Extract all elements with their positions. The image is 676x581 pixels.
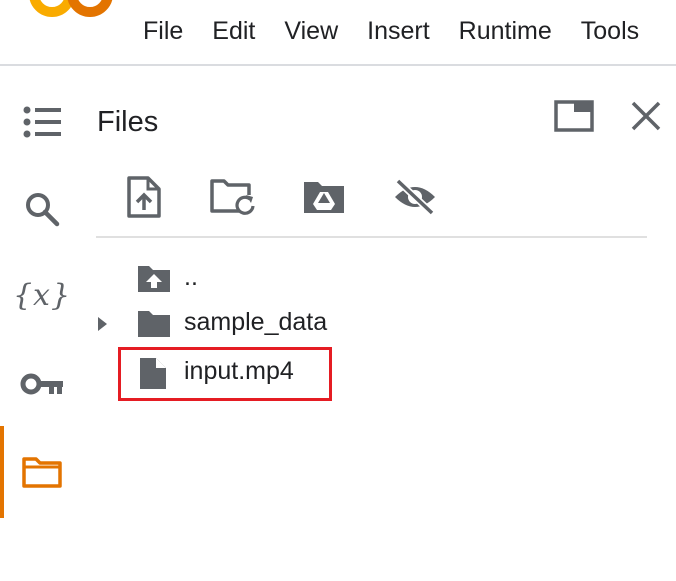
menu-bar: File Edit View Insert Runtime Tools bbox=[143, 17, 668, 46]
folder-icon bbox=[22, 457, 62, 488]
rail-search[interactable] bbox=[12, 179, 72, 239]
variables-icon: {x} bbox=[12, 277, 72, 313]
folder-icon bbox=[138, 311, 170, 337]
close-icon bbox=[631, 101, 661, 131]
menu-insert[interactable]: Insert bbox=[367, 17, 430, 46]
toggle-hidden-files-button[interactable] bbox=[389, 172, 441, 222]
tree-row-label: .. bbox=[184, 263, 198, 291]
menu-tools[interactable]: Tools bbox=[581, 17, 639, 46]
close-button[interactable] bbox=[622, 94, 670, 138]
left-rail: {x} bbox=[0, 66, 80, 581]
menu-edit[interactable]: Edit bbox=[212, 17, 255, 46]
panel-title: Files bbox=[97, 106, 159, 138]
refresh-button[interactable] bbox=[207, 172, 259, 222]
rail-variables[interactable]: {x} bbox=[12, 265, 72, 325]
colab-logo-icon[interactable] bbox=[28, 0, 114, 18]
expand-arrow-icon[interactable] bbox=[96, 316, 108, 332]
move-to-tab-button[interactable] bbox=[550, 94, 598, 138]
toolbar-divider bbox=[96, 236, 647, 238]
menu-runtime[interactable]: Runtime bbox=[459, 17, 552, 46]
tree-row-sample-data[interactable]: sample_data bbox=[96, 303, 636, 345]
menu-view[interactable]: View bbox=[284, 17, 338, 46]
upload-button[interactable] bbox=[118, 172, 170, 222]
rail-table-of-contents[interactable] bbox=[12, 92, 72, 152]
top-bar: File Edit View Insert Runtime Tools bbox=[0, 0, 676, 66]
rail-files[interactable] bbox=[0, 426, 72, 518]
list-icon bbox=[23, 106, 61, 138]
mount-drive-button[interactable] bbox=[298, 172, 350, 222]
parent-folder-icon bbox=[138, 266, 170, 292]
menu-file[interactable]: File bbox=[143, 17, 183, 46]
highlight-box bbox=[118, 347, 332, 401]
key-icon bbox=[20, 373, 63, 395]
rail-secrets[interactable] bbox=[12, 354, 72, 414]
tree-row-parent[interactable]: .. bbox=[96, 258, 636, 300]
window-icon bbox=[554, 100, 594, 132]
drive-folder-icon bbox=[304, 182, 344, 213]
upload-file-icon bbox=[127, 176, 161, 218]
folder-refresh-icon bbox=[210, 179, 255, 215]
search-icon bbox=[26, 193, 60, 227]
visibility-off-icon bbox=[395, 178, 435, 216]
tree-row-label: sample_data bbox=[184, 308, 328, 336]
